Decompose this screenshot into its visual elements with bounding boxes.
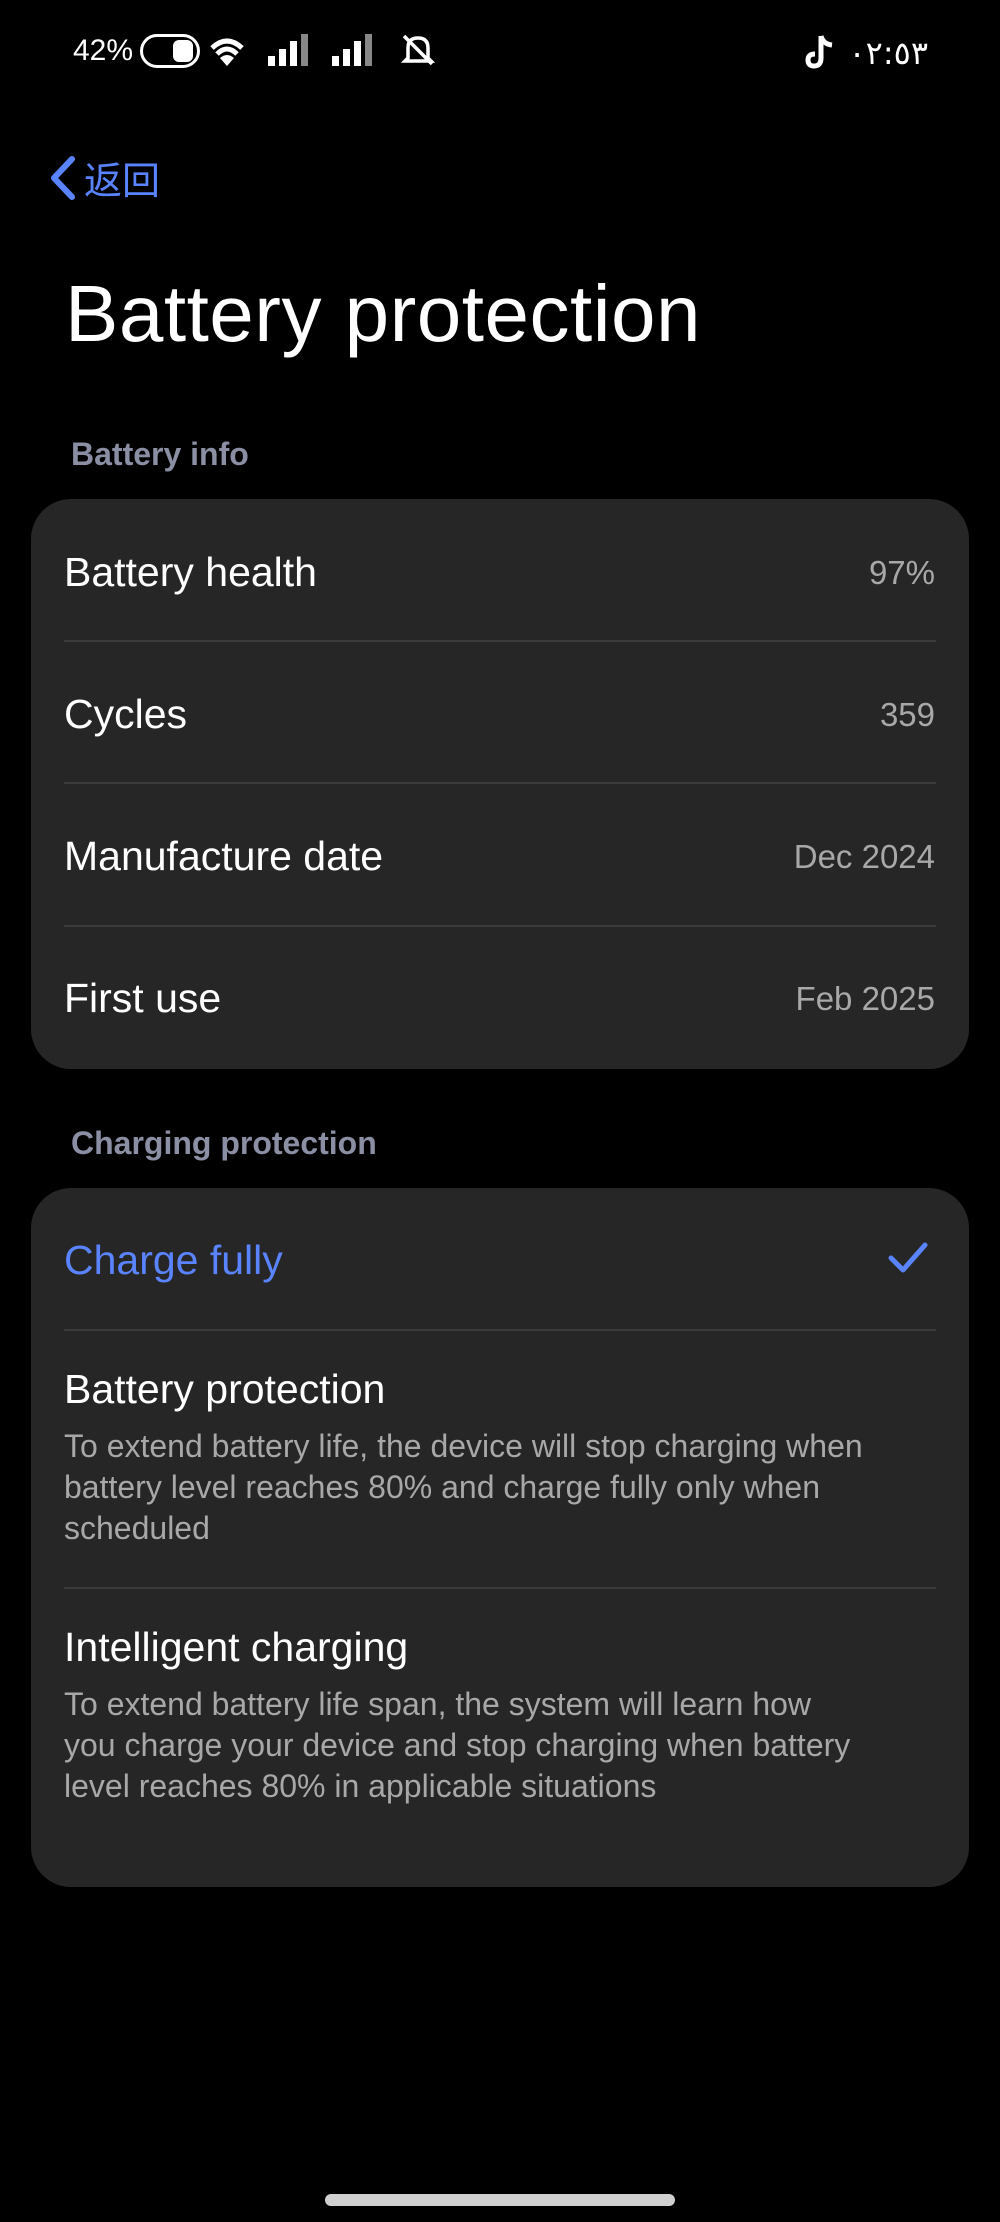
battery-protection-title: Battery protection	[64, 1366, 386, 1412]
back-label: 返回	[84, 159, 161, 203]
section-header-battery-info: Battery info	[71, 436, 249, 472]
intelligent-charging-description: To extend battery life span, the system …	[64, 1686, 851, 1804]
status-bar: 42% ٠٢:٥٣	[0, 0, 1000, 104]
wifi-icon	[210, 38, 244, 66]
manufacture-date-row: Manufacture date Dec 2024	[31, 784, 969, 926]
first-use-row: First use Feb 2025	[31, 927, 969, 1069]
chevron-left-icon	[51, 155, 75, 200]
charge-fully-label: Charge fully	[64, 1237, 283, 1283]
first-use-value: Feb 2025	[795, 980, 935, 1017]
signal-icon	[268, 34, 308, 66]
option-battery-protection[interactable]: Battery protection To extend battery lif…	[31, 1331, 969, 1576]
cycles-value: 359	[879, 696, 935, 733]
status-time: ٠٢:٥٣	[848, 34, 928, 72]
option-intelligent-charging[interactable]: Intelligent charging To extend battery l…	[31, 1589, 969, 1887]
battery-health-value: 97%	[868, 554, 935, 591]
charging-protection-card: Charge fully Battery protection To exten…	[31, 1188, 969, 1887]
battery-health-row: Battery health 97%	[31, 499, 969, 641]
first-use-label: First use	[64, 975, 222, 1021]
battery-saver-toggle-icon	[140, 34, 200, 68]
manufacture-date-value: Dec 2024	[793, 838, 935, 875]
battery-percentage: 42%	[73, 34, 134, 67]
battery-health-label: Battery health	[64, 549, 317, 595]
page-title: Battery protection	[65, 269, 701, 358]
cycles-row: Cycles 359	[31, 642, 969, 784]
manufacture-date-label: Manufacture date	[64, 833, 384, 879]
intelligent-charging-title: Intelligent charging	[64, 1624, 409, 1670]
section-header-charging-protection: Charging protection	[71, 1125, 377, 1161]
signal-icon	[332, 34, 372, 66]
checkmark-icon	[888, 1242, 928, 1273]
tiktok-icon	[805, 35, 833, 69]
home-indicator[interactable]	[325, 2194, 675, 2206]
back-button[interactable]: 返回	[48, 150, 160, 205]
battery-info-card: Battery health 97% Cycles 359 Manufactur…	[31, 499, 969, 1069]
option-charge-fully[interactable]: Charge fully	[31, 1188, 969, 1330]
mute-icon	[400, 34, 436, 66]
cycles-label: Cycles	[64, 691, 188, 737]
battery-protection-description: To extend battery life, the device will …	[64, 1428, 863, 1546]
